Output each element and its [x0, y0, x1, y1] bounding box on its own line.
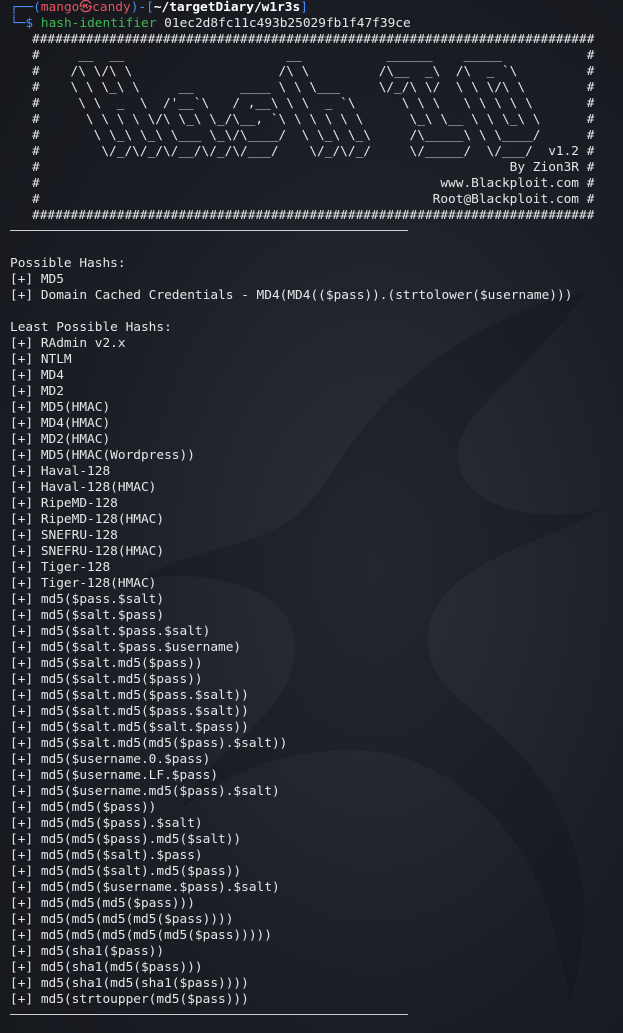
list-item: [+] md5($username.0.$pass) [10, 752, 211, 767]
list-item: [+] Domain Cached Credentials - MD4(MD4(… [10, 288, 573, 303]
list-item: [+] MD2(HMAC) [10, 432, 111, 447]
list-item: [+] md5($salt.$pass.$salt) [10, 624, 211, 639]
list-item: [+] md5($salt.md5($pass.$salt)) [10, 704, 249, 719]
list-item: [+] MD5(HMAC) [10, 400, 111, 415]
section-heading: Least Possible Hashs: [10, 320, 172, 335]
list-item: [+] Haval-128 [10, 464, 111, 479]
list-item: [+] md5(sha1(md5($pass))) [10, 960, 203, 975]
banner-line: ########################################… [32, 32, 595, 47]
list-item: [+] md5(md5($username.$pass).$salt) [10, 880, 280, 895]
terminal-window[interactable]: ┌──(mango㉿candy)-[~/targetDiary/w1r3s] └… [0, 0, 623, 1033]
banner-line: # \ \_\ \_\ \___ \_\/\____/ \ \_\ \_\ /\… [32, 128, 595, 143]
least-possible-hashes-section: Least Possible Hashs: [+] RAdmin v2.x [+]… [0, 320, 623, 1008]
list-item: [+] SNEFRU-128(HMAC) [10, 544, 165, 559]
list-item: [+] RAdmin v2.x [10, 336, 126, 351]
separator-line [0, 1008, 623, 1024]
list-item: [+] md5($salt.md5(md5($pass).$salt)) [10, 736, 288, 751]
prompt-path: ~/targetDiary/w1r3s [153, 0, 301, 15]
list-item: [+] md5($salt.$pass) [10, 608, 165, 623]
list-item: [+] MD5 [10, 272, 64, 287]
list-item: [+] md5($username.md5($pass).$salt) [10, 784, 280, 799]
list-item: [+] md5(md5($pass)) [10, 800, 157, 815]
list-item: [+] md5($pass.$salt) [10, 592, 165, 607]
prompt-corner: ┌──( [10, 0, 41, 15]
banner-line: # www.Blackploit.com # [32, 176, 595, 191]
prompt-close: ] [300, 0, 308, 15]
prompt-host: candy [92, 0, 131, 15]
list-item: [+] Haval-128(HMAC) [10, 480, 157, 495]
banner-line: # \ \ \ \ \/\ \_\ \_/\__, `\ \ \ \ \ \ \… [32, 112, 595, 127]
prompt-line: ┌──(mango㉿candy)-[~/targetDiary/w1r3s] [0, 0, 623, 16]
list-item: [+] RipeMD-128(HMAC) [10, 512, 165, 527]
list-item: [+] SNEFRU-128 [10, 528, 118, 543]
list-item: [+] md5($salt.md5($pass.$salt)) [10, 688, 249, 703]
banner-line: ########################################… [32, 208, 595, 223]
list-item: [+] md5($salt.md5($pass)) [10, 672, 203, 687]
banner-line: # \ \ \_\ \ __ ____ \ \ \___ \/_/\ \/ \ … [32, 80, 595, 95]
list-item: [+] md5($salt.$pass.$username) [10, 640, 242, 655]
prompt-dollar-prefix: └─ [10, 16, 26, 31]
list-item: [+] md5(md5($pass).md5($salt)) [10, 832, 242, 847]
list-item: [+] MD5(HMAC(Wordpress)) [10, 448, 195, 463]
banner-line: # \ \ _ \ /'__`\ / ,__\ \ \ _ `\ \ \ \ \… [32, 96, 595, 111]
list-item: [+] md5(md5($salt).md5($pass)) [10, 864, 242, 879]
list-item: [+] md5(md5(md5(md5($pass)))) [10, 912, 234, 927]
banner-line: # By Zion3R # [32, 160, 595, 175]
list-item: [+] md5(md5(md5($pass))) [10, 896, 195, 911]
list-item: [+] RipeMD-128 [10, 496, 118, 511]
command-line[interactable]: └─$ hash-identifier 01ec2d8fc11c493b2502… [0, 16, 623, 32]
banner-line: # \/_/\/_/\/__/\/_/\/___/ \/_/\/_/ \/___… [32, 144, 595, 159]
prompt-at: ㉿ [79, 0, 93, 15]
command-argument: 01ec2d8fc11c493b25029fb1f47f39ce [164, 16, 411, 31]
command-name: hash-identifier [40, 16, 157, 31]
list-item: [+] md5($salt.md5($salt.$pass)) [10, 720, 249, 735]
list-item: [+] MD2 [10, 384, 64, 399]
list-item: [+] md5(md5($salt).$pass) [10, 848, 203, 863]
list-item: [+] MD4(HMAC) [10, 416, 111, 431]
banner-line: # Root@Blackploit.com # [32, 192, 595, 207]
list-item: [+] md5(sha1(md5(sha1($pass)))) [10, 976, 249, 991]
possible-hashes-section: Possible Hashs: [+] MD5 [+] Domain Cache… [0, 256, 623, 304]
list-item: [+] Tiger-128 [10, 560, 111, 575]
banner-line: # __ __ __ ______ _____ # [32, 48, 595, 63]
hashid-banner: ########################################… [0, 32, 623, 224]
list-item: [+] md5(sha1($pass)) [10, 944, 165, 959]
list-item: [+] Tiger-128(HMAC) [10, 576, 157, 591]
banner-line: # /\ \/\ \ /\ \ /\__ _\ /\ _ `\ # [32, 64, 595, 79]
list-item: [+] md5(md5(md5(md5(md5($pass))))) [10, 928, 272, 943]
section-heading: Possible Hashs: [10, 256, 126, 271]
list-item: [+] md5($username.LF.$pass) [10, 768, 219, 783]
prompt-mid: )-[ [130, 0, 154, 15]
list-item: [+] NTLM [10, 352, 72, 367]
prompt-dollar: $ [25, 16, 34, 31]
list-item: [+] md5($salt.md5($pass)) [10, 656, 203, 671]
separator-line [0, 224, 623, 240]
list-item: [+] md5(strtoupper(md5($pass))) [10, 992, 249, 1007]
list-item: [+] MD4 [10, 368, 64, 383]
list-item: [+] md5(md5($pass).$salt) [10, 816, 203, 831]
prompt-user: mango [40, 0, 80, 15]
